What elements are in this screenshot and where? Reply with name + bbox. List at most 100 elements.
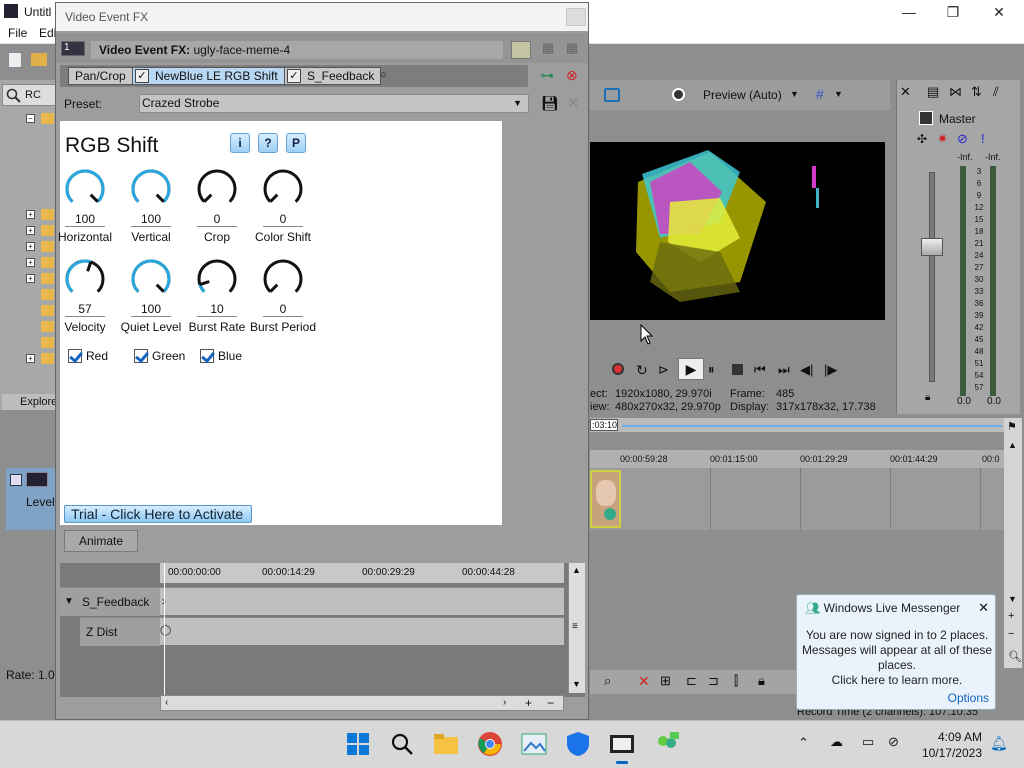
knob-value[interactable]: 0 — [263, 213, 303, 227]
downmix-icon[interactable]: ⋈ — [949, 84, 962, 100]
messenger-notification[interactable]: 👥︎ Windows Live Messenger ✕ You are now … — [796, 594, 996, 710]
next-frame-icon[interactable]: |▶ — [824, 362, 837, 378]
knob-dial[interactable] — [261, 257, 305, 301]
explorer-tab[interactable]: Explore — [2, 394, 57, 410]
video-clip-thumbnail[interactable] — [590, 470, 621, 528]
menu-edit[interactable]: Edi — [39, 26, 56, 40]
search-icon[interactable] — [389, 731, 415, 757]
network-icon[interactable]: ⊘ — [888, 734, 899, 750]
display-icon[interactable]: ▭ — [862, 734, 874, 750]
remove-keyframe-icon[interactable]: − — [547, 696, 554, 710]
knob-dial[interactable] — [195, 167, 239, 211]
knob-crop[interactable]: 0 Crop — [184, 167, 250, 253]
tree-expand-icon[interactable]: + — [26, 242, 35, 251]
keyframe-row[interactable]: ▼ S_Feedback › — [60, 587, 564, 616]
knob-value[interactable]: 100 — [131, 303, 171, 317]
new-file-icon[interactable] — [8, 52, 22, 68]
knob-dial[interactable] — [63, 257, 107, 301]
knob-velocity[interactable]: 57 Velocity — [52, 257, 118, 343]
automation-icon[interactable]: ✣ — [917, 132, 927, 146]
knob-value[interactable]: 0 — [263, 303, 303, 317]
scroll-down-icon[interactable]: ▼ — [572, 679, 581, 689]
go-to-start-icon[interactable]: ⏮ — [754, 362, 766, 378]
volume-fader[interactable] — [921, 238, 943, 256]
scroll-grip-icon[interactable]: ≡ — [572, 621, 578, 632]
timeline-ruler[interactable]: 00:00:59:28 00:01:15:00 00:01:29:29 00:0… — [590, 450, 1004, 468]
knob-value[interactable]: 100 — [131, 213, 171, 227]
fx-chain-rgb-shift[interactable]: ✓ NewBlue LE RGB Shift — [132, 67, 285, 85]
preview-quality-dropdown[interactable]: Preview (Auto) — [703, 88, 782, 102]
play-from-start-icon[interactable]: ⊳ — [658, 362, 669, 378]
red-channel-checkbox[interactable]: Red — [68, 349, 108, 363]
scroll-up-icon[interactable]: ▲ — [1008, 440, 1017, 450]
knob-value[interactable]: 57 — [65, 303, 105, 317]
blue-channel-checkbox[interactable]: Blue — [200, 349, 242, 363]
lock-icon[interactable]: 🔒︎ — [758, 673, 765, 689]
notification-bell-icon[interactable]: 🔔︎ — [990, 735, 1008, 752]
keyframe-ruler[interactable]: 00:00:00:00 00:00:14:29 00:00:29:29 00:0… — [160, 563, 564, 583]
zoom-in-icon[interactable]: + — [1008, 610, 1014, 622]
keyframe-marker-icon[interactable]: ◯ — [160, 625, 171, 636]
plugin-chain-icon[interactable]: ⊶ — [540, 67, 554, 84]
chrome-icon[interactable] — [477, 731, 503, 757]
video-monitor-icon[interactable] — [604, 88, 620, 102]
fx-dialog-close-button[interactable] — [566, 8, 586, 26]
knob-dial[interactable] — [195, 257, 239, 301]
record-dot-icon[interactable] — [672, 88, 685, 101]
tree-collapse-icon[interactable]: − — [26, 114, 35, 123]
tree-expand-icon[interactable]: + — [26, 226, 35, 235]
knob-quiet-level[interactable]: 100 Quiet Level — [118, 257, 184, 343]
scroll-down-icon[interactable]: ▼ — [1008, 594, 1017, 604]
grid-icon[interactable]: # — [816, 86, 824, 102]
collapse-triangle-icon[interactable]: ▼ — [64, 588, 74, 616]
marker-flag-icon[interactable]: ⚑ — [1007, 420, 1017, 433]
lock-icon[interactable]: 🔒︎ — [925, 392, 930, 403]
keyframe-row[interactable]: Z Dist ◯ — [80, 617, 564, 646]
stop-icon[interactable] — [732, 364, 743, 375]
trim-start-icon[interactable]: ⊏ — [686, 673, 697, 689]
chevron-up-icon[interactable]: ⌃ — [798, 735, 809, 751]
scroll-up-icon[interactable]: ▲ — [572, 565, 581, 575]
trim-icon[interactable]: ⊞ — [660, 673, 671, 689]
presets-button[interactable]: P — [286, 133, 306, 153]
open-folder-icon[interactable] — [31, 53, 47, 66]
knob-burst-period[interactable]: 0 Burst Period — [250, 257, 316, 343]
timeline-vertical-scrollbar[interactable]: ⚑ ▲ ▼ + − 🔍︎ — [1004, 418, 1022, 668]
knob-dial[interactable] — [129, 167, 173, 211]
knob-dial[interactable] — [129, 257, 173, 301]
knob-value[interactable]: 100 — [65, 213, 105, 227]
track-minimize-icon[interactable] — [10, 474, 22, 486]
properties-icon[interactable]: ▤ — [927, 84, 939, 100]
knob-dial[interactable] — [63, 167, 107, 211]
tree-expand-icon[interactable]: + — [26, 274, 35, 283]
save-preset-icon[interactable]: 💾︎ — [541, 95, 559, 112]
notification-link[interactable]: Click here to learn more. — [801, 673, 993, 688]
lock-envelope-icon[interactable]: ⫽ — [993, 84, 999, 100]
zoom-out-icon[interactable]: − — [1008, 628, 1014, 640]
scroll-right-icon[interactable]: › — [503, 697, 506, 708]
preset-dropdown[interactable]: Crazed Strobe ▼ — [139, 94, 529, 113]
photos-icon[interactable] — [521, 731, 547, 757]
delete-icon[interactable]: ✕ — [638, 673, 650, 690]
fx-chain-pan-crop[interactable]: Pan/Crop — [68, 67, 133, 85]
green-channel-checkbox[interactable]: Green — [134, 349, 185, 363]
loop-region-bar[interactable] — [622, 425, 1002, 427]
mute-icon[interactable]: ⊘ — [957, 131, 968, 147]
menu-file[interactable]: File — [8, 26, 27, 40]
minimize-button[interactable]: — — [886, 0, 932, 24]
pause-icon[interactable]: ⏸ — [708, 362, 715, 378]
keyframe-vertical-scrollbar[interactable]: ▲ ≡ ▼ — [568, 563, 585, 693]
timeline-time-marker[interactable]: :03:10 — [590, 419, 618, 431]
event-fx-icon[interactable] — [604, 508, 616, 520]
add-keyframe-icon[interactable]: + — [525, 696, 532, 710]
trim-end-icon[interactable]: ⊐ — [708, 673, 719, 689]
zoom-icon[interactable]: 🔍︎ — [1008, 650, 1022, 663]
remove-plugin-icon[interactable]: ⊗ — [566, 67, 578, 84]
info-button[interactable]: i — [230, 133, 250, 153]
knob-color-shift[interactable]: 0 Color Shift — [250, 167, 316, 253]
close-button[interactable]: ✕ — [976, 0, 1022, 24]
knob-vertical[interactable]: 100 Vertical — [118, 167, 184, 253]
explorer-search-box[interactable]: RC — [2, 84, 56, 106]
maximize-button[interactable]: ❐ — [930, 0, 976, 24]
chevron-down-icon[interactable]: ▼ — [834, 89, 843, 99]
